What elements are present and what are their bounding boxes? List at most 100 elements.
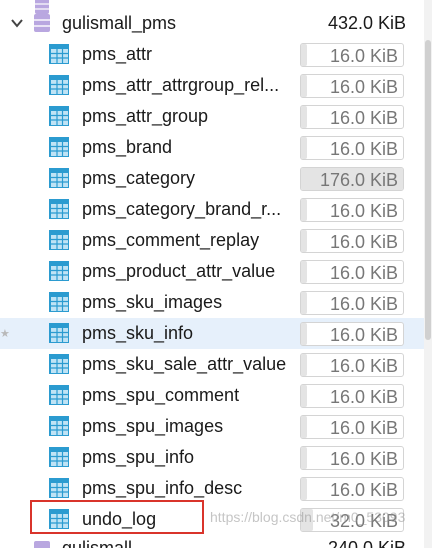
table-name: pms_category_brand_r...: [82, 199, 282, 219]
table-icon: [49, 323, 69, 343]
table-size-fill: [301, 106, 308, 128]
database-icon: [34, 14, 50, 32]
table-size: 16.0 KiB: [329, 108, 398, 128]
table-name: pms_sku_images: [82, 292, 223, 312]
table-row[interactable]: ★ pms_sku_info 16.0 KiB: [0, 318, 432, 349]
table-icon: [49, 354, 69, 374]
next-database-size: 240.0 KiB: [327, 538, 406, 548]
table-name: pms_comment_replay: [82, 230, 260, 250]
database-size: 432.0 KiB: [327, 13, 406, 33]
table-icon: [49, 478, 69, 498]
table-icon: [49, 230, 69, 250]
database-row[interactable]: gulismall_pms 432.0 KiB: [0, 8, 432, 39]
table-icon: [49, 44, 69, 64]
table-size: 16.0 KiB: [329, 263, 398, 283]
chevron-down-icon[interactable]: [10, 16, 24, 30]
table-size-fill: [301, 385, 308, 407]
table-icon: [49, 261, 69, 281]
table-size-fill: [301, 416, 308, 438]
table-size-fill: [301, 354, 308, 376]
table-name: pms_attr_group: [82, 106, 209, 126]
table-size-fill: [301, 137, 308, 159]
star-icon: ★: [0, 328, 10, 340]
table-size: 16.0 KiB: [329, 356, 398, 376]
table-size: 16.0 KiB: [329, 449, 398, 469]
table-name: pms_attr_attrgroup_rel...: [82, 75, 280, 95]
table-icon: [49, 106, 69, 126]
table-row[interactable]: pms_spu_images 16.0 KiB: [0, 411, 432, 442]
table-size: 16.0 KiB: [329, 77, 398, 97]
table-row[interactable]: pms_brand 16.0 KiB: [0, 132, 432, 163]
table-icon: [49, 416, 69, 436]
table-size: 16.0 KiB: [329, 46, 398, 66]
table-size-bar: 16.0 KiB: [300, 291, 404, 315]
table-row[interactable]: pms_spu_comment 16.0 KiB: [0, 380, 432, 411]
table-size-bar: 16.0 KiB: [300, 477, 404, 501]
table-size-bar: 16.0 KiB: [300, 74, 404, 98]
table-size-fill: [301, 323, 308, 345]
table-row[interactable]: pms_attr_group 16.0 KiB: [0, 101, 432, 132]
table-size-bar: 16.0 KiB: [300, 322, 404, 346]
table-size-bar: 16.0 KiB: [300, 260, 404, 284]
table-size-bar: 16.0 KiB: [300, 105, 404, 129]
table-size: 16.0 KiB: [329, 325, 398, 345]
table-size-bar: 16.0 KiB: [300, 43, 404, 67]
table-size-fill: [301, 447, 308, 469]
table-row[interactable]: pms_sku_images 16.0 KiB: [0, 287, 432, 318]
table-size-fill: [301, 478, 308, 500]
next-database-name: gulismall: [62, 538, 133, 548]
table-size-fill: [301, 261, 308, 283]
database-name: gulismall_pms: [62, 13, 177, 33]
table-name: pms_sku_info: [82, 323, 194, 343]
table-size: 16.0 KiB: [329, 294, 398, 314]
undo-log-highlight-box: [30, 500, 204, 534]
table-size-fill: [301, 199, 308, 221]
table-name: pms_spu_info_desc: [82, 478, 243, 498]
table-size-fill: [301, 230, 308, 252]
table-size-bar: 16.0 KiB: [300, 229, 404, 253]
table-size: 16.0 KiB: [329, 232, 398, 252]
table-icon: [49, 199, 69, 219]
table-size-bar: 16.0 KiB: [300, 353, 404, 377]
table-size-bar: 16.0 KiB: [300, 198, 404, 222]
table-name: pms_attr: [82, 44, 153, 64]
table-size-bar: 16.0 KiB: [300, 384, 404, 408]
table-size: 16.0 KiB: [329, 139, 398, 159]
table-name: pms_spu_info: [82, 447, 195, 467]
table-row[interactable]: pms_attr 16.0 KiB: [0, 39, 432, 70]
table-size-bar: 16.0 KiB: [300, 415, 404, 439]
table-icon: [49, 292, 69, 312]
table-icon: [49, 168, 69, 188]
table-icon: [49, 385, 69, 405]
table-row[interactable]: pms_sku_sale_attr_value 16.0 KiB: [0, 349, 432, 380]
table-icon: [49, 75, 69, 95]
table-row[interactable]: pms_product_attr_value 16.0 KiB: [0, 256, 432, 287]
table-name: pms_product_attr_value: [82, 261, 276, 281]
table-size: 16.0 KiB: [329, 387, 398, 407]
table-size: 16.0 KiB: [329, 418, 398, 438]
table-size-fill: [301, 292, 308, 314]
next-database-row[interactable]: gulismall 240.0 KiB: [0, 535, 432, 548]
table-size-fill: [301, 75, 308, 97]
table-size: 16.0 KiB: [329, 201, 398, 221]
table-size: 16.0 KiB: [329, 480, 398, 500]
table-size-fill: [301, 44, 308, 66]
table-row[interactable]: pms_category 176.0 KiB: [0, 163, 432, 194]
table-name: pms_spu_comment: [82, 385, 240, 405]
table-size-bar: 176.0 KiB: [300, 167, 404, 191]
table-row[interactable]: pms_spu_info 16.0 KiB: [0, 442, 432, 473]
table-name: pms_brand: [82, 137, 173, 157]
table-row[interactable]: pms_attr_attrgroup_rel... 16.0 KiB: [0, 70, 432, 101]
table-row[interactable]: pms_comment_replay 16.0 KiB: [0, 225, 432, 256]
table-size-bar: 16.0 KiB: [300, 446, 404, 470]
table-row[interactable]: pms_category_brand_r... 16.0 KiB: [0, 194, 432, 225]
table-size: 176.0 KiB: [319, 170, 398, 190]
table-icon: [49, 447, 69, 467]
database-icon: [34, 541, 50, 548]
table-name: pms_spu_images: [82, 416, 224, 436]
database-tree: gulismall_pms 432.0 KiB pms_attr 16.0 KiB…: [0, 0, 432, 548]
vertical-scrollbar[interactable]: [424, 0, 432, 548]
scrollbar-thumb[interactable]: [425, 40, 431, 340]
table-size-bar: 16.0 KiB: [300, 136, 404, 160]
table-name: pms_sku_sale_attr_value: [82, 354, 287, 374]
